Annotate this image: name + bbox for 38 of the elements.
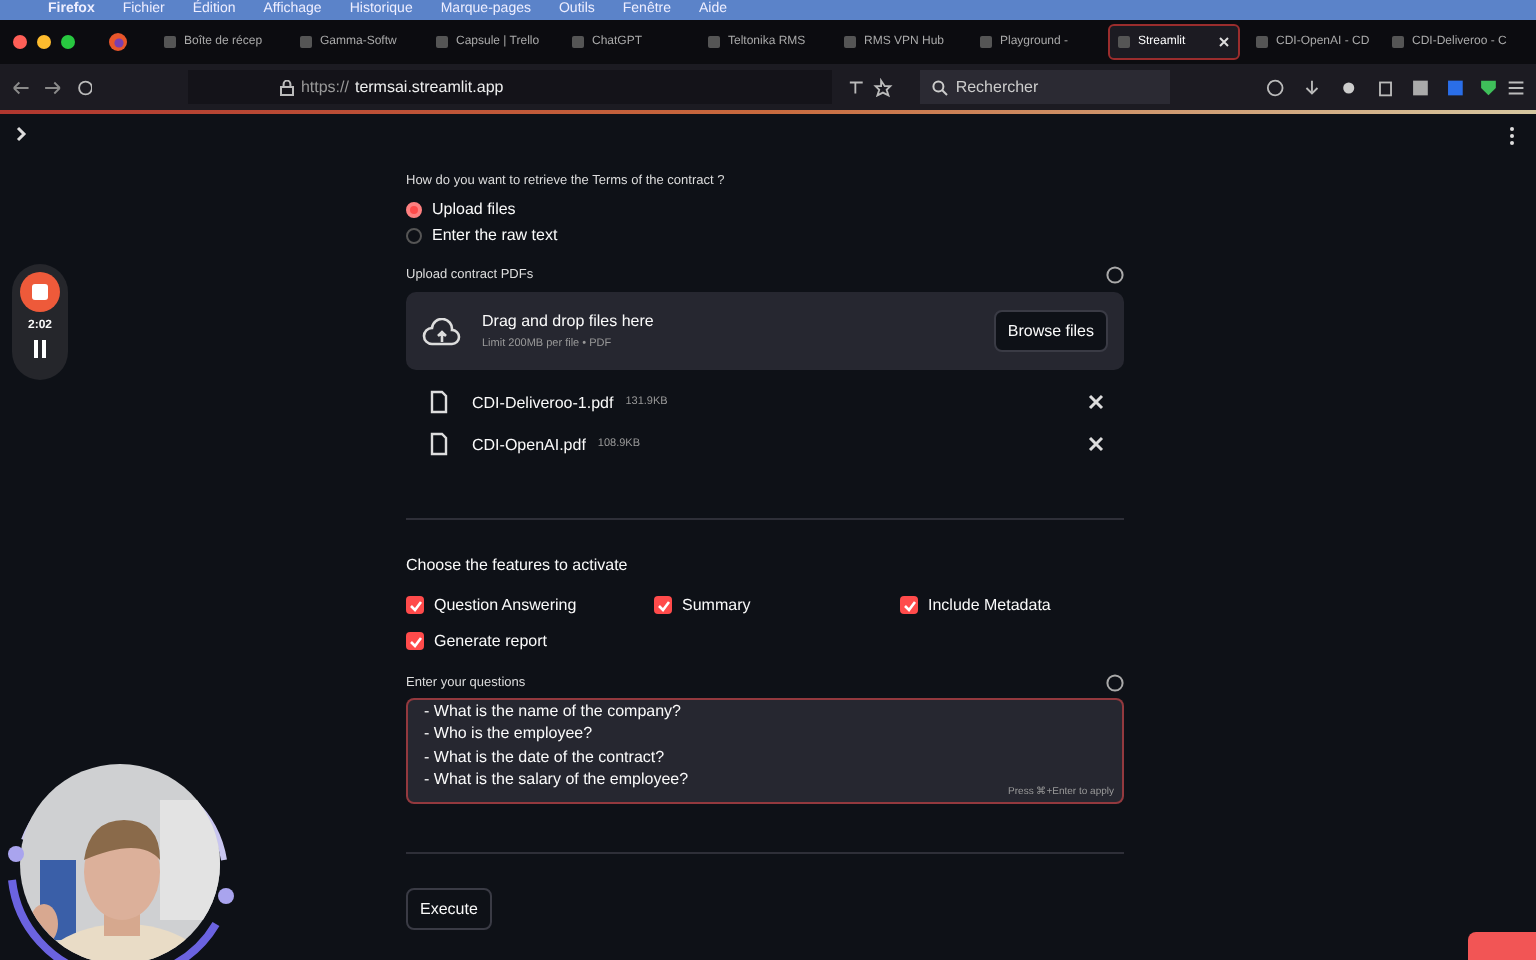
- browse-files-button[interactable]: Browse files: [993, 310, 1108, 352]
- file-name: CDI-OpenAI.pdf: [472, 435, 586, 453]
- file-icon: [430, 432, 448, 456]
- search-icon: [931, 79, 948, 95]
- browser-logo-icon[interactable]: [108, 32, 128, 52]
- feature-checkbox[interactable]: Generate report: [406, 632, 654, 650]
- help-icon[interactable]: [1106, 266, 1124, 284]
- remove-icon[interactable]: [1088, 436, 1104, 452]
- radio-button[interactable]: [406, 201, 422, 217]
- extension-icons-drawing[interactable]: [1266, 77, 1525, 97]
- feature-checkbox[interactable]: Summary: [654, 596, 900, 614]
- checkbox[interactable]: [654, 596, 672, 614]
- lock-icon[interactable]: [280, 79, 295, 95]
- checkbox[interactable]: [900, 596, 918, 614]
- upload-cloud-icon: [422, 317, 462, 345]
- radio-option[interactable]: Enter the raw text: [406, 226, 1124, 244]
- window-controls-icon[interactable]: [12, 34, 80, 50]
- checkbox[interactable]: [406, 632, 424, 650]
- file-icon: [430, 390, 448, 414]
- checkbox[interactable]: [406, 596, 424, 614]
- feature-checkbox[interactable]: Question Answering: [406, 596, 654, 614]
- pause-icon[interactable]: [32, 340, 48, 358]
- remove-icon[interactable]: [1088, 394, 1104, 410]
- stop-record-icon[interactable]: [20, 272, 60, 312]
- navigation-icons-drawing[interactable]: [12, 77, 93, 97]
- more-menu-icon[interactable]: [1508, 126, 1516, 146]
- expand-sidebar-icon[interactable]: [16, 126, 28, 142]
- file-name: CDI-Deliveroo-1.pdf: [472, 393, 614, 411]
- radio-option[interactable]: Upload files: [406, 200, 1124, 218]
- close-tab-icon[interactable]: [1218, 36, 1230, 48]
- radio-button[interactable]: [406, 227, 422, 243]
- help-icon[interactable]: [1106, 674, 1124, 692]
- features-label: Choose the features to activate: [406, 556, 630, 574]
- feature-checkbox[interactable]: Include Metadata: [900, 596, 1124, 614]
- dropzone-title: Drag and drop files here: [482, 312, 656, 330]
- address-bar[interactable]: https:// termsai.streamlit.app: [188, 70, 833, 104]
- search-field[interactable]: Rechercher: [919, 70, 1171, 104]
- execute-button[interactable]: Execute: [406, 888, 492, 930]
